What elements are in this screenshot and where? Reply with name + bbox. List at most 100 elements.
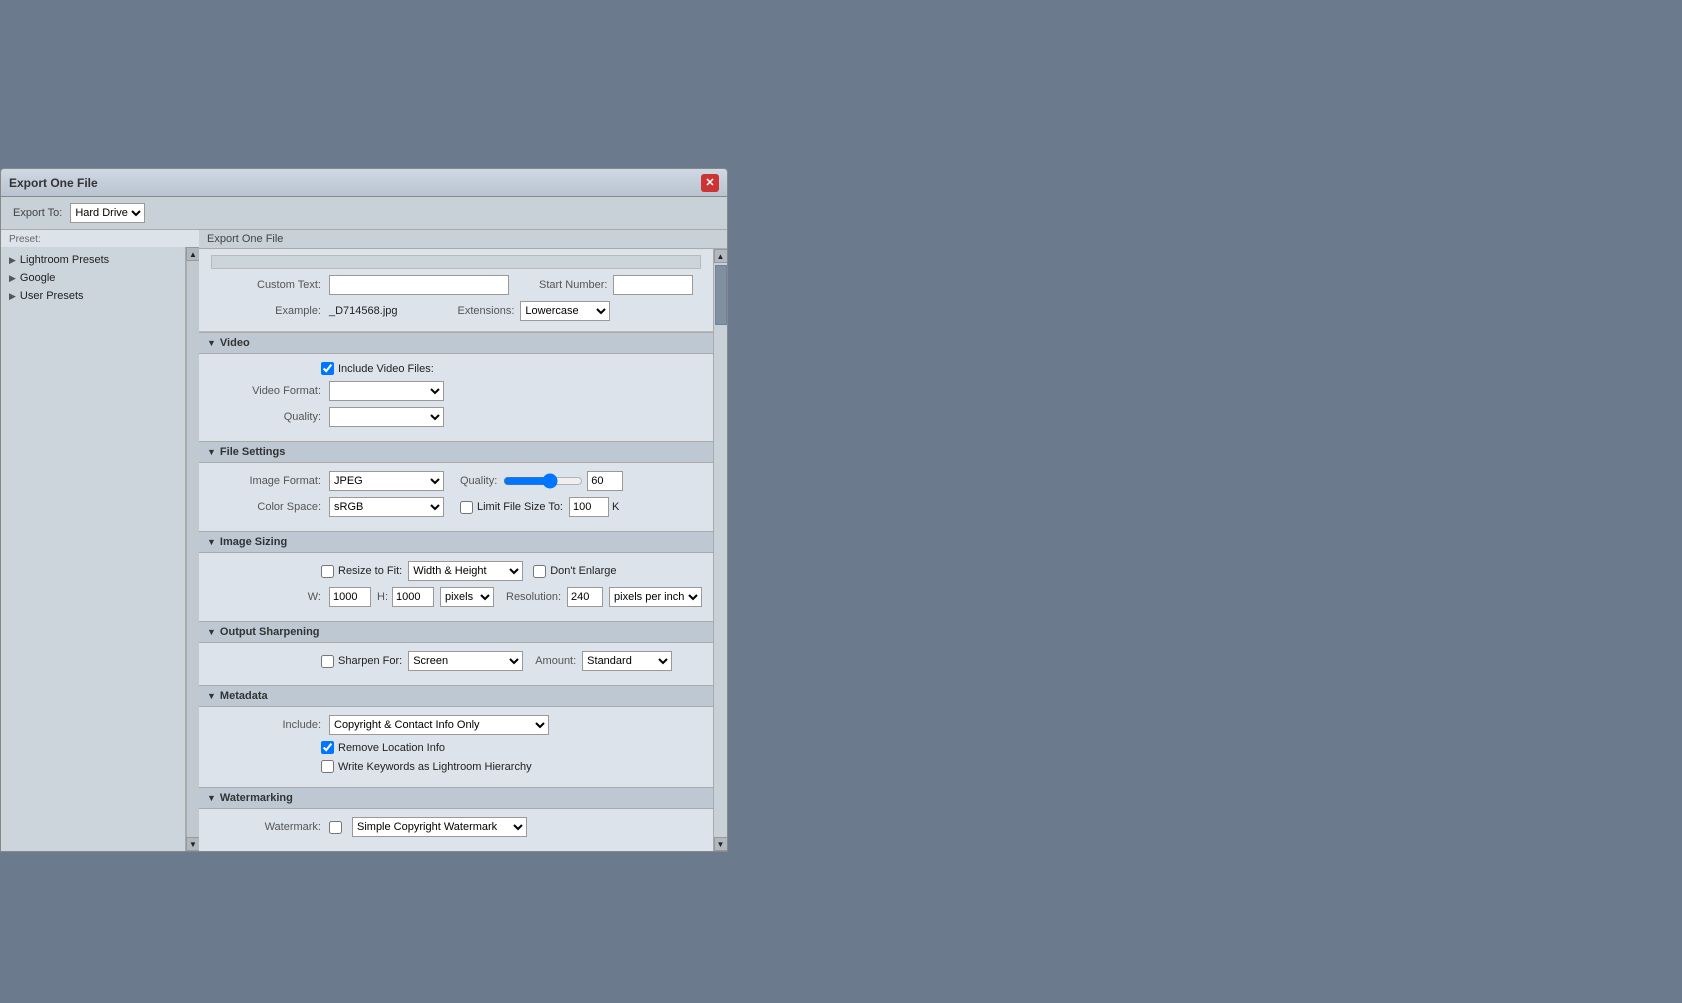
scroll-up-button[interactable]: ▲ — [714, 249, 728, 263]
output-sharpening-title: Output Sharpening — [220, 626, 320, 638]
remove-location-checkbox[interactable] — [321, 741, 334, 754]
google-label: Google — [20, 272, 55, 284]
include-select[interactable]: Copyright Only Copyright & Contact Info … — [329, 715, 549, 735]
video-quality-label: Quality: — [211, 411, 321, 423]
example-row: Example: _D714568.jpg Extensions: Lowerc… — [211, 301, 701, 321]
quality-label: Quality: — [460, 475, 497, 487]
watermark-checkbox[interactable] — [329, 821, 342, 834]
image-format-select[interactable]: JPEG PNG TIFF — [329, 471, 444, 491]
start-number-input[interactable] — [613, 275, 693, 295]
write-keywords-label: Write Keywords as Lightroom Hierarchy — [338, 761, 532, 773]
metadata-title: Metadata — [220, 690, 268, 702]
resolution-input[interactable] — [567, 587, 603, 607]
export-to-select[interactable]: Hard Drive Email CD/DVD — [70, 203, 145, 223]
w-input[interactable] — [329, 587, 371, 607]
output-sharpening-section: ▼ Output Sharpening Sharpen For: Screen — [199, 621, 713, 685]
sections-area: Custom Text: Start Number: Example: _D71… — [199, 249, 713, 851]
close-button[interactable]: ✕ — [701, 174, 719, 192]
custom-text-input[interactable] — [329, 275, 509, 295]
watermark-select[interactable]: Simple Copyright Watermark None — [352, 817, 527, 837]
right-panel: Export One File Custom Text: Start Numbe… — [199, 230, 727, 851]
dialog-wrapper: Export One File ✕ Export To: Hard Drive … — [0, 168, 728, 852]
extensions-label: Extensions: — [458, 305, 515, 317]
example-value: _D714568.jpg — [329, 305, 398, 317]
scroll-area: Custom Text: Start Number: Example: _D71… — [199, 249, 727, 851]
resolution-label: Resolution: — [506, 591, 561, 603]
title-bar: Export One File ✕ — [0, 168, 728, 196]
image-sizing-title: Image Sizing — [220, 536, 287, 548]
video-format-select[interactable] — [329, 381, 444, 401]
sidebar-item-google[interactable]: ▶ Google — [1, 269, 185, 287]
scroll-thumb[interactable] — [715, 265, 727, 325]
extensions-select[interactable]: Lowercase Uppercase — [520, 301, 610, 321]
remove-location-label: Remove Location Info — [338, 742, 445, 754]
lightroom-presets-arrow: ▶ — [9, 255, 16, 266]
dimensions-row: W: H: pixels inches cm Resol — [211, 587, 701, 607]
limit-file-size-input[interactable] — [569, 497, 609, 517]
sidebar-scroll-down[interactable]: ▼ — [186, 837, 200, 851]
video-format-row: Video Format: — [211, 381, 701, 401]
file-settings-section: ▼ File Settings Image Format: JPEG PNG T — [199, 441, 713, 531]
watermarking-arrow: ▼ — [207, 793, 216, 803]
main-content: Preset: ▶ Lightroom Presets ▶ Google ▶ — [1, 230, 727, 851]
include-video-label: Include Video Files: — [338, 363, 434, 375]
image-sizing-header[interactable]: ▼ Image Sizing — [199, 531, 713, 553]
output-sharpening-arrow: ▼ — [207, 627, 216, 637]
image-sizing-section: ▼ Image Sizing Resize to Fit: Width & He… — [199, 531, 713, 621]
amount-select[interactable]: Low Standard High — [582, 651, 672, 671]
custom-text-row: Custom Text: Start Number: — [211, 275, 701, 295]
scroll-down-button[interactable]: ▼ — [714, 837, 728, 851]
video-format-label: Video Format: — [211, 385, 321, 397]
dont-enlarge-label: Don't Enlarge — [550, 565, 616, 577]
amount-label: Amount: — [535, 655, 576, 667]
write-keywords-row: Write Keywords as Lightroom Hierarchy — [211, 760, 701, 773]
video-quality-row: Quality: — [211, 407, 701, 427]
color-space-label: Color Space: — [211, 501, 321, 513]
resize-row: Resize to Fit: Width & Height Long Edge … — [211, 561, 701, 581]
sidebar-item-lightroom-presets[interactable]: ▶ Lightroom Presets — [1, 251, 185, 269]
user-presets-label: User Presets — [20, 290, 84, 302]
color-space-row: Color Space: sRGB AdobeRGB ProPhoto Limi… — [211, 497, 701, 517]
h-input[interactable] — [392, 587, 434, 607]
video-title: Video — [220, 337, 250, 349]
title-bar-text: Export One File — [9, 176, 98, 190]
sharpen-for-label: Sharpen For: — [338, 655, 402, 667]
watermark-label: Watermark: — [211, 821, 321, 833]
video-quality-select[interactable] — [329, 407, 444, 427]
quality-value-input[interactable] — [587, 471, 623, 491]
preset-label: Preset: — [1, 230, 199, 247]
watermarking-body: Watermark: Simple Copyright Watermark No… — [199, 809, 713, 851]
limit-file-size-checkbox[interactable] — [460, 501, 473, 514]
metadata-header[interactable]: ▼ Metadata — [199, 685, 713, 707]
watermark-row: Watermark: Simple Copyright Watermark No… — [211, 817, 701, 837]
include-row: Include: Copyright Only Copyright & Cont… — [211, 715, 701, 735]
export-to-bar: Export To: Hard Drive Email CD/DVD — [1, 197, 727, 230]
right-scrollbar: ▲ ▼ — [713, 249, 727, 851]
video-section-header[interactable]: ▼ Video — [199, 332, 713, 354]
sidebar-item-user-presets[interactable]: ▶ User Presets — [1, 287, 185, 305]
resolution-unit-select[interactable]: pixels per inch pixels per cm — [609, 587, 702, 607]
video-arrow: ▼ — [207, 338, 216, 348]
file-settings-header[interactable]: ▼ File Settings — [199, 441, 713, 463]
quality-slider[interactable] — [503, 473, 583, 489]
resize-to-fit-checkbox[interactable] — [321, 565, 334, 578]
file-naming-section-partial: Custom Text: Start Number: Example: _D71… — [199, 249, 713, 332]
pixels-select[interactable]: pixels inches cm — [440, 587, 494, 607]
resize-to-fit-select[interactable]: Width & Height Long Edge Short Edge Mega… — [408, 561, 523, 581]
watermarking-header[interactable]: ▼ Watermarking — [199, 787, 713, 809]
include-video-checkbox[interactable] — [321, 362, 334, 375]
limit-file-size-unit: K — [612, 501, 619, 513]
limit-file-size-label: Limit File Size To: — [477, 501, 563, 513]
sharpen-for-select[interactable]: Screen Matte Paper Glossy Paper — [408, 651, 523, 671]
sidebar-scrollbar: ▲ ▼ — [186, 247, 199, 851]
write-keywords-checkbox[interactable] — [321, 760, 334, 773]
output-sharpening-header[interactable]: ▼ Output Sharpening — [199, 621, 713, 643]
output-sharpening-body: Sharpen For: Screen Matte Paper Glossy P… — [199, 643, 713, 685]
color-space-select[interactable]: sRGB AdobeRGB ProPhoto — [329, 497, 444, 517]
image-sizing-body: Resize to Fit: Width & Height Long Edge … — [199, 553, 713, 621]
sharpen-for-row: Sharpen For: Screen Matte Paper Glossy P… — [211, 651, 701, 671]
file-settings-body: Image Format: JPEG PNG TIFF Quality: — [199, 463, 713, 531]
sharpen-for-checkbox[interactable] — [321, 655, 334, 668]
sidebar-scroll-up[interactable]: ▲ — [186, 247, 200, 261]
dont-enlarge-checkbox[interactable] — [533, 565, 546, 578]
